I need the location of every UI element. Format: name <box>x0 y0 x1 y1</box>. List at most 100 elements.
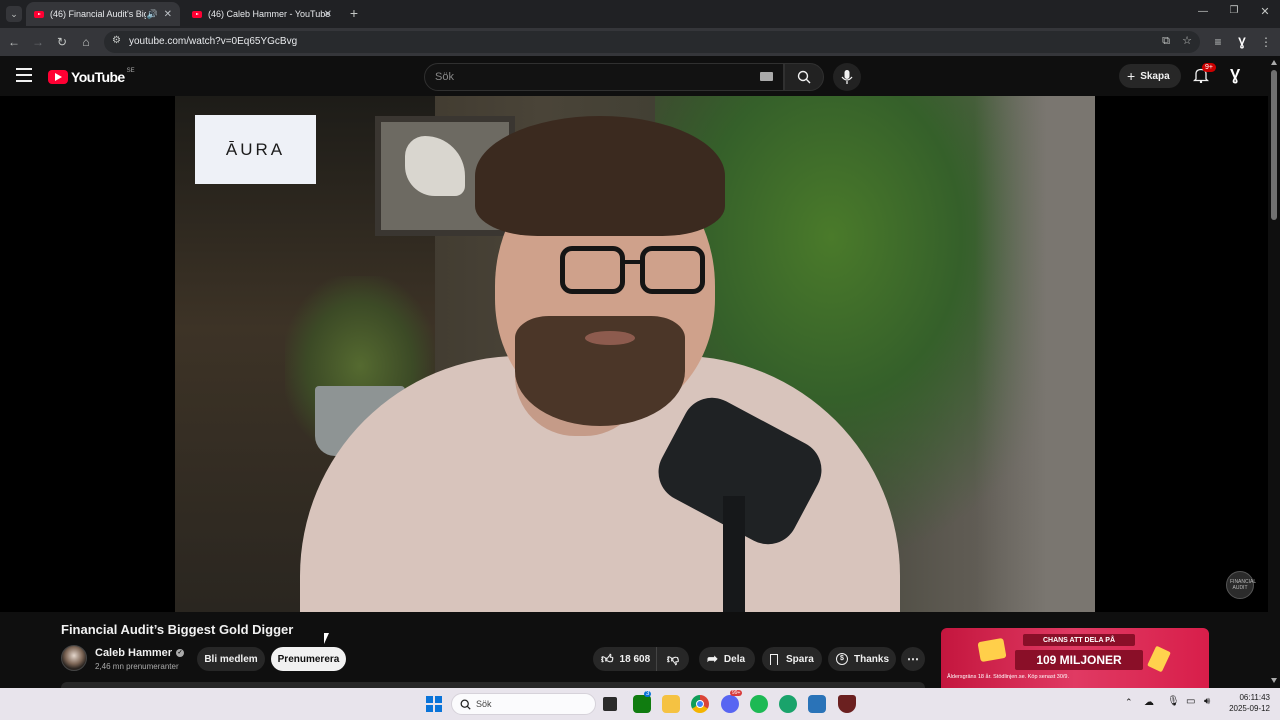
install-app-icon[interactable]: ⧉ <box>1162 35 1170 48</box>
tab-list-dropdown[interactable]: ⌄ <box>6 6 22 22</box>
person-hair <box>475 116 725 236</box>
tab-inactive[interactable]: (46) Caleb Hammer - YouTube ✕ <box>184 2 340 26</box>
ad-headline-bar: CHANS ATT DELA PÅ <box>1023 634 1135 646</box>
bookmark-star-icon[interactable]: ☆ <box>1182 34 1192 47</box>
windows-taskbar: Sök 3 99+ ⌃ ☁ 🎙︎ ▭ 🔊︎ 06:11:43 2025-09-1… <box>0 688 1280 720</box>
thanks-dollar-icon: $ <box>836 653 848 665</box>
xbox-badge: 3 <box>644 691 652 697</box>
notifications-button[interactable]: 9+ <box>1192 63 1216 85</box>
subscriber-count: 2,46 mn prenumeranter <box>95 662 179 671</box>
like-dislike-group: 👍︎ 18 608 👎︎ <box>593 647 689 671</box>
search-button[interactable] <box>784 63 824 91</box>
site-info-icon[interactable]: ⚙ <box>112 35 121 46</box>
ad-line1: CHANS ATT DELA PÅ <box>1042 636 1116 644</box>
scrollbar-thumb[interactable] <box>1271 70 1277 220</box>
profile-icon[interactable]: Ɣ <box>1234 34 1250 50</box>
sponsor-logo-text: ĀURA <box>225 139 286 159</box>
thanks-button[interactable]: $ Thanks <box>828 647 896 671</box>
spotify-icon[interactable] <box>750 695 768 713</box>
new-tab-button[interactable]: + <box>346 5 362 21</box>
onedrive-icon[interactable]: ☁ <box>1144 697 1154 708</box>
browser-menu-icon[interactable]: ⋮ <box>1258 34 1274 50</box>
ad-ticket-graphic <box>977 637 1007 663</box>
tab-title: (46) Financial Audit's Bigge <box>50 9 146 19</box>
guide-menu-icon[interactable] <box>16 68 32 82</box>
close-tab-icon[interactable]: ✕ <box>164 9 172 20</box>
save-label: Spara <box>786 653 814 665</box>
account-avatar[interactable]: Ɣ <box>1230 67 1250 87</box>
show-hidden-icons-icon[interactable]: ⌃ <box>1125 697 1133 708</box>
share-button[interactable]: ➦ Dela <box>699 647 755 671</box>
thanks-label: Thanks <box>854 653 890 665</box>
scroll-up-arrow-icon[interactable] <box>1271 60 1277 65</box>
sponsor-overlay[interactable]: ĀURA <box>195 115 316 184</box>
share-label: Dela <box>723 653 746 665</box>
ad-footer: Åldersgräns 18 år. Stödlinjen.se. Köp se… <box>947 674 1069 680</box>
join-button[interactable]: Bli medlem <box>197 647 265 671</box>
network-icon[interactable]: ▭ <box>1186 696 1195 707</box>
forward-icon[interactable]: → <box>30 34 46 50</box>
lightning-app-icon[interactable] <box>808 695 826 713</box>
ad-line2: 109 MILJONER <box>1036 653 1122 667</box>
youtube-logo[interactable]: YouTube SE <box>48 68 135 86</box>
clock-time: 06:11:43 <box>1239 693 1270 702</box>
taskbar-search-placeholder: Sök <box>476 699 492 709</box>
thumbs-down-icon: 👎︎ <box>666 651 680 666</box>
video-player[interactable]: ĀURA FINANCIAL AUDIT <box>0 96 1268 612</box>
close-tab-icon[interactable]: ✕ <box>324 9 332 20</box>
file-explorer-icon[interactable] <box>662 695 680 713</box>
channel-avatar[interactable] <box>61 645 87 671</box>
youtube-favicon-icon <box>192 10 202 18</box>
channel-name-text[interactable]: Caleb Hammer <box>95 647 172 659</box>
dislike-button[interactable]: 👎︎ <box>657 647 689 671</box>
back-icon[interactable]: ← <box>6 34 22 50</box>
xbox-app-icon[interactable]: 3 <box>633 691 652 713</box>
task-view-icon[interactable] <box>603 697 617 711</box>
more-actions-button[interactable]: ⋯ <box>901 647 925 671</box>
plus-icon: + <box>1127 68 1136 84</box>
page-scrollbar[interactable] <box>1268 56 1280 688</box>
chrome-icon[interactable] <box>691 695 709 713</box>
notification-badge: 9+ <box>1202 63 1216 72</box>
glasses <box>560 246 710 296</box>
more-horizontal-icon: ⋯ <box>907 652 919 666</box>
discord-icon[interactable]: 99+ <box>721 690 743 713</box>
reading-list-icon[interactable]: ≡ <box>1210 34 1226 50</box>
verified-check-icon: ✓ <box>176 649 185 657</box>
restore-button[interactable]: ❐ <box>1227 5 1241 19</box>
subscribe-button[interactable]: Prenumerera <box>271 647 346 671</box>
windows-start-icon[interactable] <box>426 696 442 712</box>
volume-icon[interactable]: 🔊︎ <box>1204 696 1210 707</box>
save-button[interactable]: Spara <box>762 647 822 671</box>
channel-name[interactable]: Caleb Hammer ✓ <box>95 647 185 659</box>
address-bar[interactable]: ⚙ youtube.com/watch?v=0Eq65YGcBvg ⧉ ☆ <box>104 31 1200 53</box>
tab-active[interactable]: (46) Financial Audit's Bigge 🔊 ✕ <box>26 2 180 26</box>
microphone-mount <box>723 496 745 612</box>
keyboard-icon[interactable] <box>760 72 773 81</box>
search-input[interactable]: Sök <box>424 63 784 91</box>
home-icon[interactable]: ⌂ <box>78 34 94 50</box>
ad-amount-bar: 109 MILJONER <box>1015 650 1143 670</box>
search-icon <box>797 70 811 84</box>
shield-app-icon[interactable] <box>838 695 856 713</box>
clock[interactable]: 06:11:43 2025-09-12 <box>1222 693 1270 713</box>
browser-toolbar: ← → ↻ ⌂ ⚙ youtube.com/watch?v=0Eq65YGcBv… <box>0 28 1280 56</box>
join-label: Bli medlem <box>204 653 258 665</box>
microphone-tray-icon[interactable]: 🎙︎ <box>1167 696 1180 707</box>
create-button[interactable]: + Skapa <box>1119 64 1181 88</box>
scroll-down-arrow-icon[interactable] <box>1271 678 1277 683</box>
url-text[interactable]: youtube.com/watch?v=0Eq65YGcBvg <box>129 36 297 47</box>
speaker-icon[interactable]: 🔊 <box>147 9 158 20</box>
video-frame[interactable]: ĀURA <box>175 96 1095 612</box>
like-button[interactable]: 👍︎ 18 608 <box>593 647 657 671</box>
reload-icon[interactable]: ↻ <box>54 34 70 50</box>
chat-app-icon[interactable] <box>779 695 797 713</box>
channel-watermark-badge[interactable]: FINANCIAL AUDIT <box>1226 571 1256 599</box>
video-title: Financial Audit’s Biggest Gold Digger <box>61 622 294 637</box>
sidebar-ad[interactable]: CHANS ATT DELA PÅ 109 MILJONER Åldersgrä… <box>941 628 1209 688</box>
clock-date: 2025-09-12 <box>1229 704 1270 713</box>
taskbar-search-box[interactable]: Sök <box>451 693 596 715</box>
minimize-button[interactable]: — <box>1196 6 1210 20</box>
voice-search-button[interactable] <box>833 63 861 91</box>
close-window-button[interactable]: ✕ <box>1258 5 1272 19</box>
